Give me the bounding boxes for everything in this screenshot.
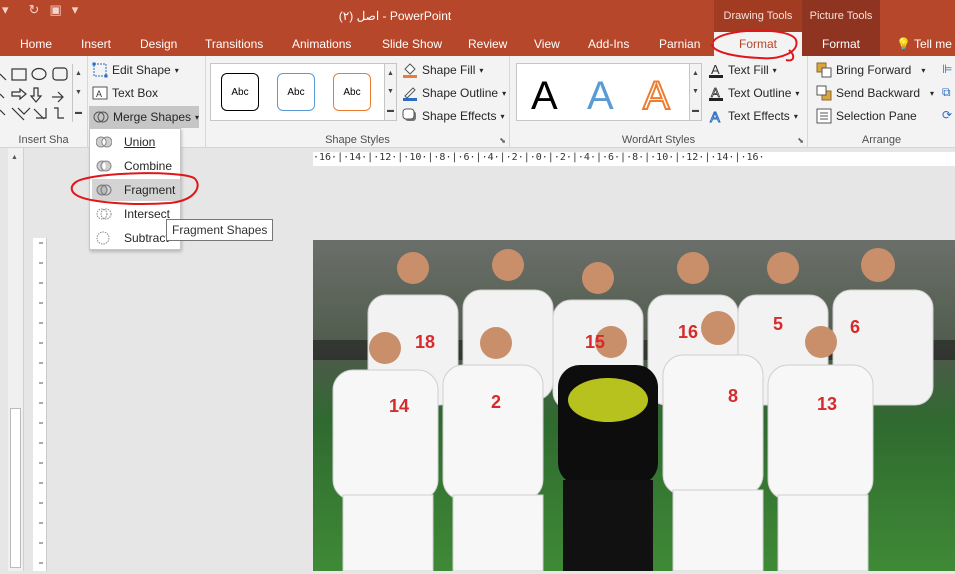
red-annotations (70, 29, 798, 205)
